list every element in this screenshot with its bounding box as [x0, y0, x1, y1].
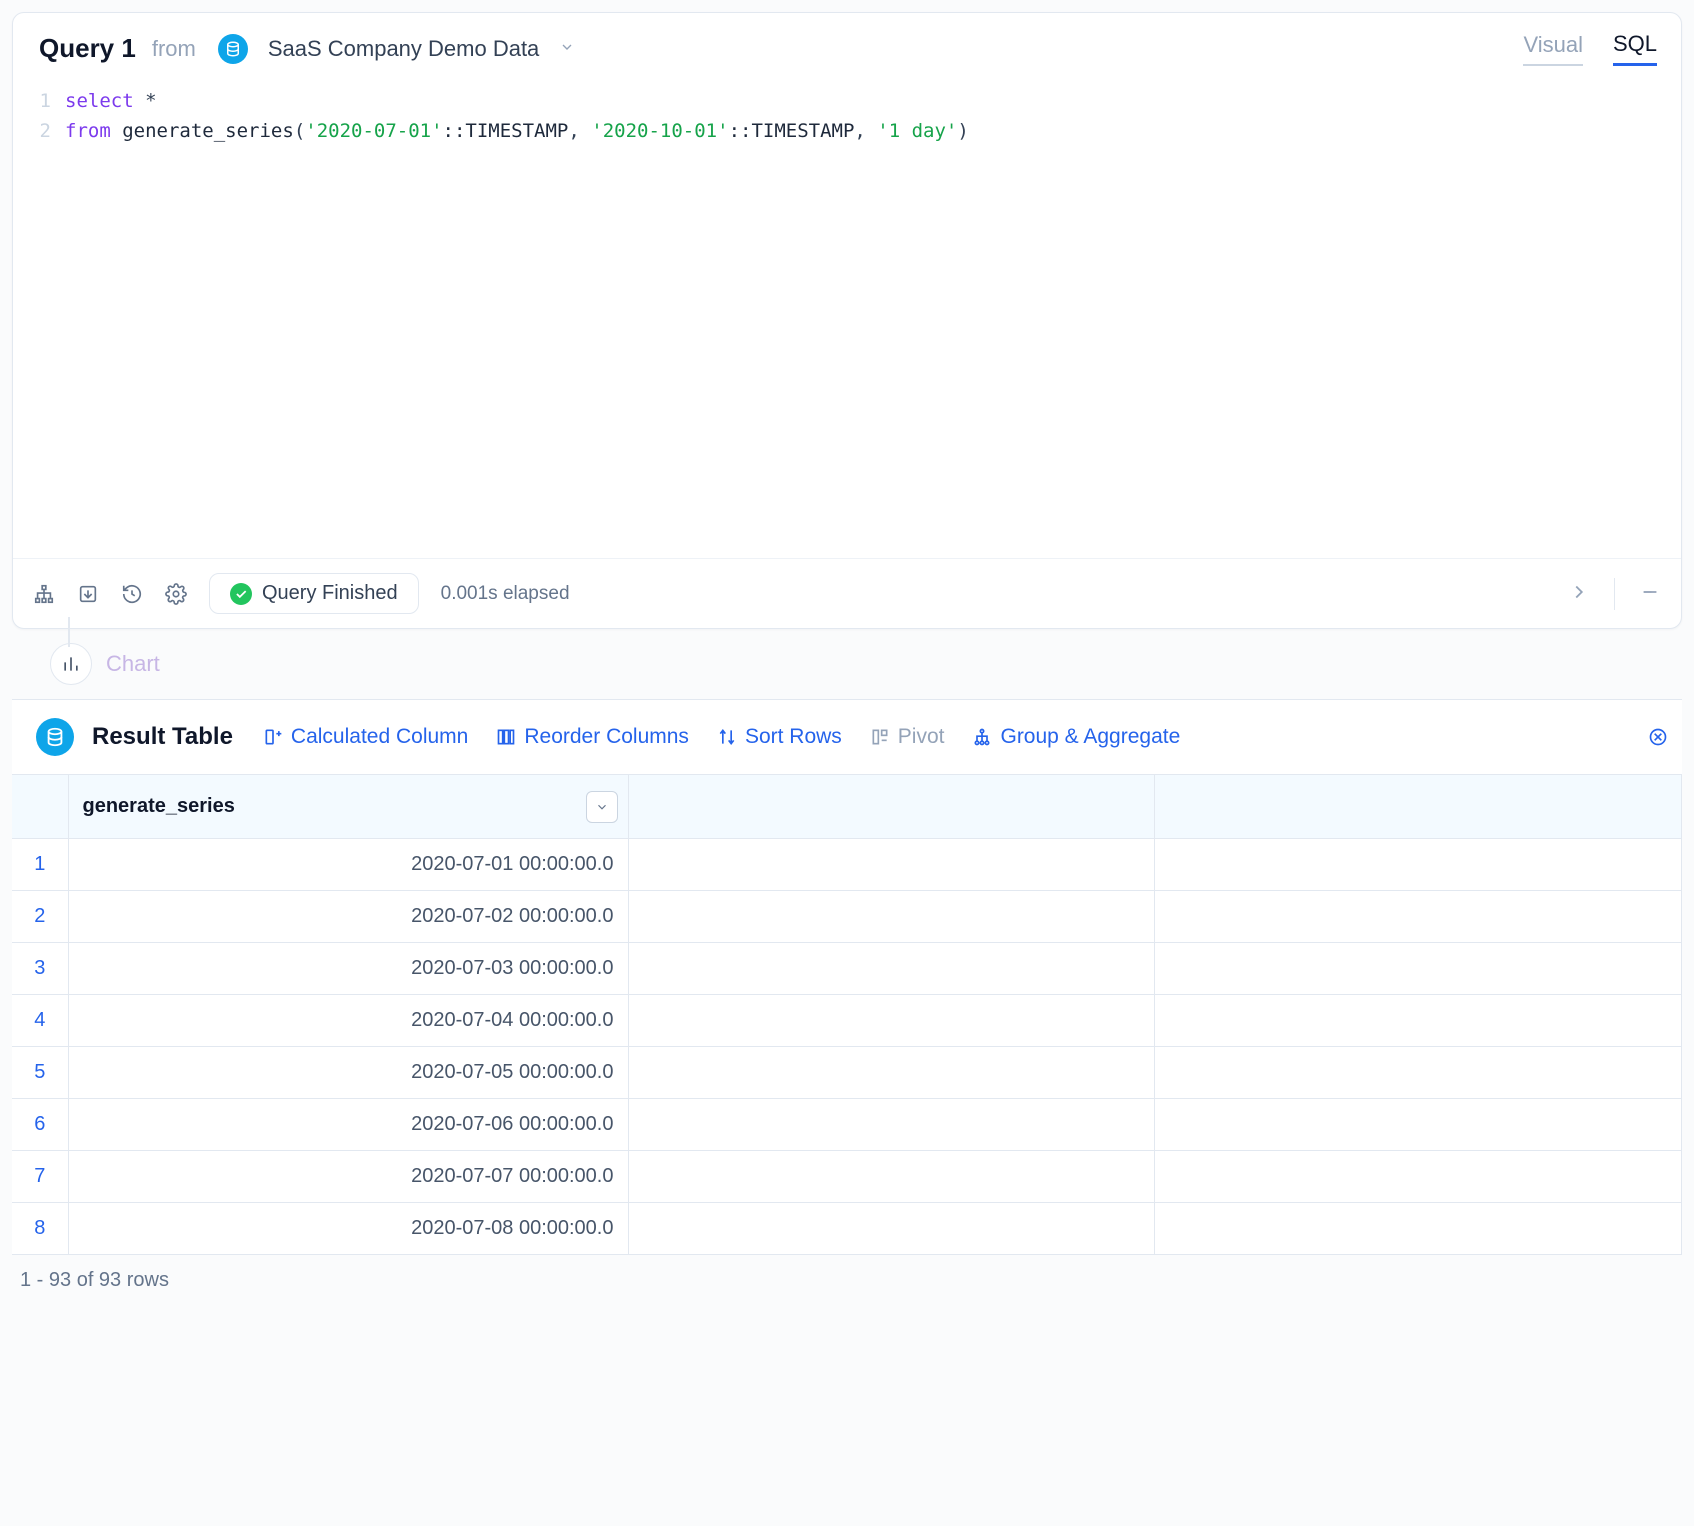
- cell-empty: [628, 995, 1155, 1047]
- reorder-columns-button[interactable]: Reorder Columns: [496, 725, 689, 749]
- cell-empty: [1155, 995, 1682, 1047]
- cell-generate-series[interactable]: 2020-07-07 00:00:00.0: [68, 1151, 628, 1203]
- datasource-icon: [218, 34, 248, 64]
- row-number: 6: [12, 1099, 68, 1151]
- cell-empty: [1155, 1203, 1682, 1255]
- code-line-2: from generate_series('2020-07-01'::TIMES…: [65, 116, 1681, 146]
- table-row[interactable]: 72020-07-07 00:00:00.0: [12, 1151, 1682, 1203]
- column-menu-button[interactable]: [586, 791, 618, 823]
- status-bar: Query Finished 0.001s elapsed: [13, 558, 1681, 628]
- tab-visual[interactable]: Visual: [1523, 32, 1583, 66]
- query-card: Query 1 from SaaS Company Demo Data Visu…: [12, 12, 1682, 629]
- elapsed-time: 0.001s elapsed: [441, 583, 570, 605]
- cell-empty: [1155, 1099, 1682, 1151]
- result-header: Result Table Calculated Column Reorder C…: [12, 699, 1682, 775]
- row-number: 8: [12, 1203, 68, 1255]
- cell-empty: [628, 943, 1155, 995]
- gear-icon[interactable]: [165, 583, 187, 605]
- cell-empty: [628, 1203, 1155, 1255]
- line-gutter: 1 2: [13, 86, 65, 558]
- cell-generate-series[interactable]: 2020-07-03 00:00:00.0: [68, 943, 628, 995]
- chevron-down-icon[interactable]: [559, 39, 575, 58]
- row-number: 2: [12, 891, 68, 943]
- chevron-right-icon[interactable]: [1568, 581, 1590, 606]
- cell-generate-series[interactable]: 2020-07-05 00:00:00.0: [68, 1047, 628, 1099]
- row-number: 4: [12, 995, 68, 1047]
- column-header-generate-series[interactable]: generate_series: [68, 775, 628, 839]
- datasource-name[interactable]: SaaS Company Demo Data: [268, 36, 539, 62]
- history-icon[interactable]: [121, 583, 143, 605]
- add-chart-label[interactable]: Chart: [106, 651, 160, 677]
- row-number: 1: [12, 839, 68, 891]
- query-status-pill[interactable]: Query Finished: [209, 573, 419, 614]
- column-header-empty-1: [628, 775, 1155, 839]
- status-left: Query Finished 0.001s elapsed: [33, 573, 570, 614]
- cell-generate-series[interactable]: 2020-07-01 00:00:00.0: [68, 839, 628, 891]
- cell-empty: [1155, 839, 1682, 891]
- header-left: Query 1 from SaaS Company Demo Data: [39, 33, 575, 64]
- status-right: [1568, 578, 1661, 610]
- result-extra-icon[interactable]: [1648, 727, 1668, 747]
- cell-generate-series[interactable]: 2020-07-04 00:00:00.0: [68, 995, 628, 1047]
- minimize-icon[interactable]: [1639, 581, 1661, 606]
- rownum-header: [12, 775, 68, 839]
- result-datasource-icon: [36, 718, 74, 756]
- row-number: 3: [12, 943, 68, 995]
- cell-generate-series[interactable]: 2020-07-06 00:00:00.0: [68, 1099, 628, 1151]
- group-aggregate-button[interactable]: Group & Aggregate: [972, 725, 1180, 749]
- code-line-1: select *: [65, 86, 1681, 116]
- from-label: from: [152, 36, 196, 62]
- add-chart-button[interactable]: [50, 643, 92, 685]
- table-row[interactable]: 42020-07-04 00:00:00.0: [12, 995, 1682, 1047]
- table-row[interactable]: 22020-07-02 00:00:00.0: [12, 891, 1682, 943]
- cell-empty: [1155, 891, 1682, 943]
- table-header-row: generate_series: [12, 775, 1682, 839]
- cell-generate-series[interactable]: 2020-07-02 00:00:00.0: [68, 891, 628, 943]
- table-row[interactable]: 82020-07-08 00:00:00.0: [12, 1203, 1682, 1255]
- header-tabs: Visual SQL: [1523, 31, 1657, 66]
- save-icon[interactable]: [77, 583, 99, 605]
- line-number: 2: [13, 116, 65, 146]
- cell-empty: [628, 891, 1155, 943]
- cell-empty: [628, 1151, 1155, 1203]
- query-status-label: Query Finished: [262, 582, 398, 605]
- add-chart-row: Chart: [12, 629, 1682, 699]
- row-count-footer: 1 - 93 of 93 rows: [12, 1255, 1682, 1298]
- table-row[interactable]: 32020-07-03 00:00:00.0: [12, 943, 1682, 995]
- result-header-left: Result Table: [36, 718, 233, 756]
- query-header: Query 1 from SaaS Company Demo Data Visu…: [13, 13, 1681, 78]
- table-row[interactable]: 62020-07-06 00:00:00.0: [12, 1099, 1682, 1151]
- code-lines: select * from generate_series('2020-07-0…: [65, 86, 1681, 558]
- row-number: 5: [12, 1047, 68, 1099]
- cell-empty: [1155, 1151, 1682, 1203]
- sql-editor[interactable]: 1 2 select * from generate_series('2020-…: [13, 78, 1681, 558]
- sort-rows-button[interactable]: Sort Rows: [717, 725, 842, 749]
- pivot-button[interactable]: Pivot: [870, 725, 945, 749]
- cell-generate-series[interactable]: 2020-07-08 00:00:00.0: [68, 1203, 628, 1255]
- cell-empty: [1155, 943, 1682, 995]
- tab-sql[interactable]: SQL: [1613, 31, 1657, 66]
- calculated-column-button[interactable]: Calculated Column: [263, 725, 468, 749]
- table-row[interactable]: 52020-07-05 00:00:00.0: [12, 1047, 1682, 1099]
- cell-empty: [628, 839, 1155, 891]
- cell-empty: [628, 1047, 1155, 1099]
- check-circle-icon: [230, 583, 252, 605]
- table-row[interactable]: 12020-07-01 00:00:00.0: [12, 839, 1682, 891]
- cell-empty: [1155, 1047, 1682, 1099]
- line-number: 1: [13, 86, 65, 116]
- result-table-title: Result Table: [92, 723, 233, 751]
- column-header-empty-2: [1155, 775, 1682, 839]
- result-table: generate_series 12020-07-01 00:00:00.022…: [12, 775, 1682, 1255]
- cell-empty: [628, 1099, 1155, 1151]
- row-number: 7: [12, 1151, 68, 1203]
- query-title: Query 1: [39, 33, 136, 64]
- result-actions: Calculated Column Reorder Columns Sort R…: [263, 725, 1618, 749]
- separator: [1614, 578, 1615, 610]
- schema-icon[interactable]: [33, 583, 55, 605]
